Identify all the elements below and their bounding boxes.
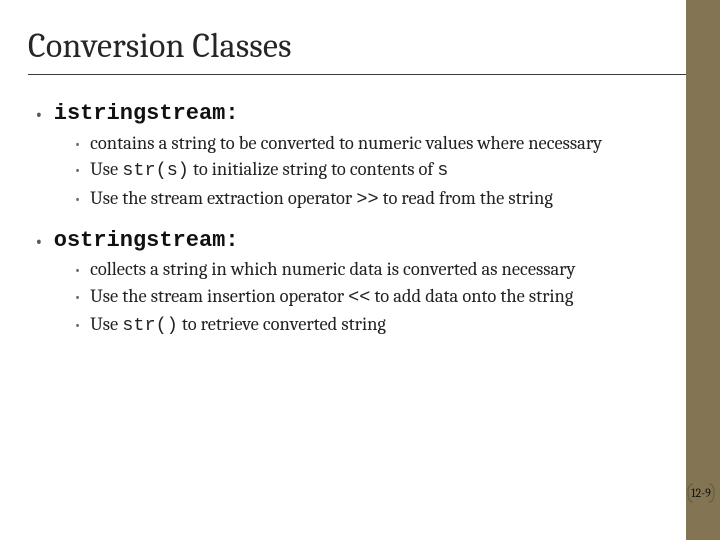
page-number-badge: 12-9 (686, 482, 716, 504)
bullet-text: Use str() to retrieve converted string (90, 313, 386, 338)
bullet-heading-code: istringstream: (54, 101, 239, 128)
bullet-text: Use str(s) to initialize string to conte… (90, 158, 448, 183)
bullet-text: collects a string in which numeric data … (90, 258, 575, 281)
bullet-text: Use the stream insertion operator << to … (90, 285, 573, 310)
bullet-level2: • collects a string in which numeric dat… (74, 258, 660, 281)
bullet-level1: • istringstream: (34, 101, 660, 128)
accent-sidebar (686, 0, 720, 540)
bullet-dot: • (74, 161, 81, 183)
bullet-dot: • (74, 288, 81, 310)
code-inline: str() (122, 315, 178, 336)
bullet-heading-code: ostringstream: (54, 228, 239, 255)
page-number: 12-9 (691, 486, 711, 500)
text-part: to add data onto the string (370, 285, 573, 307)
page-title: Conversion Classes (28, 26, 692, 66)
text-part: Use (90, 313, 122, 335)
bullet-level2: • Use the stream insertion operator << t… (74, 285, 660, 310)
text-part: to read from the string (379, 187, 553, 209)
bullet-level2: • Use the stream extraction operator >> … (74, 187, 660, 212)
bullet-dot: • (34, 103, 44, 128)
bullet-level2: • Use str(s) to initialize string to con… (74, 158, 660, 183)
bullet-dot: • (74, 316, 81, 338)
bullet-level2: • Use str() to retrieve converted string (74, 313, 660, 338)
code-inline: str(s) (122, 160, 189, 181)
code-inline: s (437, 160, 448, 181)
text-part: to retrieve converted string (178, 313, 386, 335)
code-inline: << (348, 287, 370, 308)
title-area: Conversion Classes (0, 0, 720, 75)
text-part: Use the stream extraction operator (90, 187, 356, 209)
text-part: Use the stream insertion operator (90, 285, 348, 307)
bullet-text: contains a string to be converted to num… (90, 132, 602, 155)
bullet-dot: • (74, 135, 81, 155)
text-part: to initialize string to contents of (189, 158, 437, 180)
text-part: Use (90, 158, 122, 180)
bullet-text: Use the stream extraction operator >> to… (90, 187, 553, 212)
bullet-dot: • (74, 190, 81, 212)
bullet-dot: • (34, 230, 44, 255)
code-inline: >> (356, 189, 378, 210)
bullet-level2: • contains a string to be converted to n… (74, 132, 660, 155)
content-area: • istringstream: • contains a string to … (0, 75, 720, 338)
bullet-dot: • (74, 261, 81, 281)
bullet-level1: • ostringstream: (34, 228, 660, 255)
slide: Conversion Classes • istringstream: • co… (0, 0, 720, 540)
